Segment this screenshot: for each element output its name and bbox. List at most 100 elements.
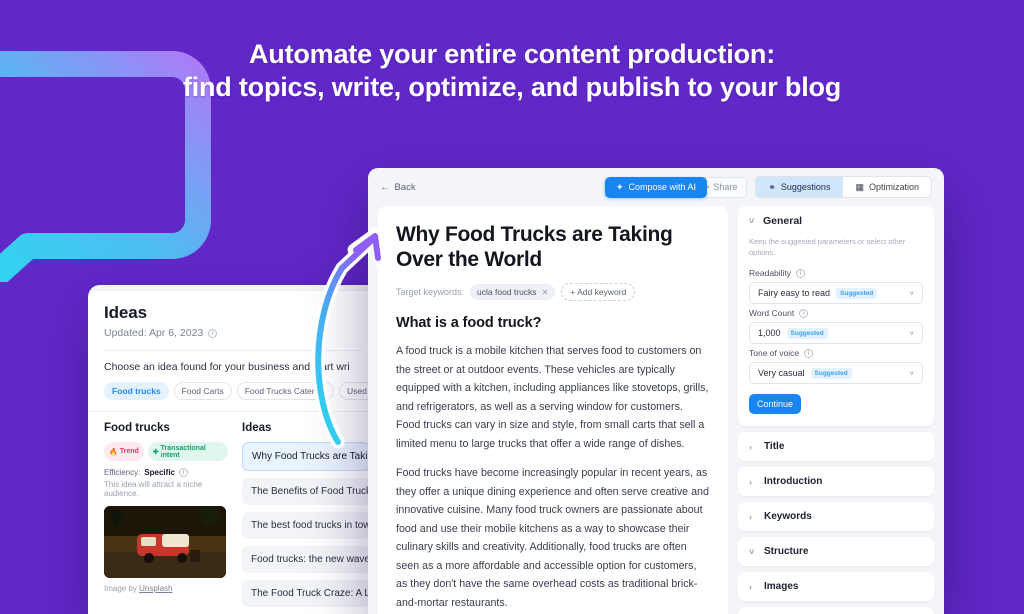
readability-select[interactable]: Fairy easy to read Suggested ˅	[749, 282, 923, 304]
image-credit-prefix: Image by	[104, 584, 140, 593]
accordion-keywords[interactable]: › Keywords	[738, 502, 934, 531]
chevron-down-icon: ˅	[749, 216, 755, 226]
suggestions-sidebar: ˅ General Keep the suggested parameters …	[738, 206, 934, 614]
trend-badge: 🔥 Trend	[104, 442, 144, 461]
document-heading: What is a food truck?	[396, 315, 542, 331]
share-button-label: Share	[713, 182, 738, 192]
document-editor[interactable]: Why Food Trucks are Taking Over the Worl…	[378, 206, 728, 614]
accordion-structure-label: Structure	[764, 546, 809, 557]
suggested-tag: Suggested	[810, 367, 852, 379]
app-window: ← Back ✦ Compose with AI ↷ Share ⚭ Sugge…	[368, 168, 944, 614]
keyword-chip-label: ucla food trucks	[477, 287, 537, 297]
list-item[interactable]: The Benefits of Food Truck	[242, 478, 370, 505]
field-word-count-label-text: Word Count	[749, 308, 795, 318]
field-tone-label-text: Tone of voice	[749, 348, 800, 358]
suggested-tag: Suggested	[786, 327, 828, 339]
close-icon[interactable]: ✕	[542, 288, 549, 297]
field-word-count-label: Word Count i	[749, 308, 923, 318]
list-item[interactable]: The best food trucks in tow	[242, 512, 370, 539]
efficiency-description: This idea will attract a niche audience.	[104, 480, 203, 498]
field-readability: Readability i Fairy easy to read Suggest…	[738, 264, 934, 304]
tab-suggestions-label: Suggestions	[780, 182, 831, 192]
info-icon[interactable]: i	[804, 348, 814, 358]
field-tone-of-voice: Tone of voice i Very casual Suggested ˅	[738, 344, 934, 384]
efficiency-row: Efficiency: Specific i	[104, 468, 228, 477]
tab-optimization-label: Optimization	[868, 182, 919, 192]
image-credit: Image by Unsplash	[104, 584, 228, 593]
back-button[interactable]: ← Back	[380, 182, 416, 193]
readability-value: Fairy easy to read	[758, 288, 831, 298]
tone-of-voice-select[interactable]: Very casual Suggested ˅	[749, 362, 923, 384]
toolbar-right-group: ↷ Share ⚭ Suggestions ▦ Optimization	[691, 176, 932, 198]
efficiency-info-icon[interactable]: i	[179, 468, 188, 477]
screenshot-stage: Automate your entire content production:…	[0, 0, 1024, 614]
chevron-right-icon: ›	[749, 441, 752, 452]
topic-chip-food-trucks[interactable]: Food trucks	[104, 382, 169, 400]
target-keywords-row: Target keywords: ucla food trucks ✕ + Ad…	[396, 283, 710, 301]
tab-suggestions[interactable]: ⚭ Suggestions	[756, 177, 843, 197]
ideas-list-column: Ideas Why Food Trucks are Taki The Benef…	[238, 422, 378, 614]
intent-badge-label: Transactional intent	[160, 444, 206, 459]
lightbulb-icon: ⚭	[768, 181, 776, 192]
list-item[interactable]: Food trucks: the new wave	[242, 546, 370, 573]
panel-general-description: Keep the suggested parameters or select …	[749, 237, 906, 257]
compose-button-label: Compose with AI	[628, 182, 697, 192]
back-button-label: Back	[394, 181, 416, 193]
app-toolbar: ← Back ✦ Compose with AI ↷ Share ⚭ Sugge…	[368, 168, 944, 206]
page-title: Why Food Trucks are Taking Over the Worl…	[396, 223, 673, 271]
tab-optimization[interactable]: ▦ Optimization	[842, 177, 931, 197]
chevron-down-icon: ˅	[909, 328, 914, 338]
field-tone-label: Tone of voice i	[749, 348, 923, 358]
chevron-right-icon: ›	[749, 581, 752, 592]
topic-chip-food-carts[interactable]: Food Carts	[173, 382, 232, 400]
panel-tabs: ⚭ Suggestions ▦ Optimization	[755, 176, 932, 198]
food-truck-photo-illustration	[104, 506, 226, 578]
compose-with-ai-button[interactable]: ✦ Compose with AI	[604, 176, 708, 198]
badge-row: 🔥 Trend ✚ Transactional intent	[104, 442, 228, 461]
keyword-detail-heading: Food trucks	[104, 422, 170, 434]
hero-line-2: find topics, write, optimize, and publis…	[182, 72, 842, 102]
accordion-title[interactable]: › Title	[738, 432, 934, 461]
accordion-keywords-label: Keywords	[764, 511, 812, 522]
intent-icon: ✚	[152, 448, 159, 456]
accordion-title-label: Title	[764, 441, 785, 452]
curved-arrow-decoration	[311, 227, 387, 449]
efficiency-label: Efficiency:	[104, 468, 141, 477]
info-icon[interactable]: i	[796, 268, 806, 278]
suggested-tag: Suggested	[836, 287, 878, 299]
accordion-facts-and-data[interactable]: › Facts and data	[738, 607, 934, 614]
sparkle-icon: ✦	[615, 181, 624, 192]
accordion-structure[interactable]: ˅ Structure	[738, 537, 934, 566]
document-paragraph: Food trucks have become increasingly pop…	[396, 467, 709, 609]
food-truck-photo	[104, 506, 226, 578]
field-readability-label: Readability i	[749, 268, 923, 278]
panel-icon: ▦	[855, 181, 864, 192]
accordion-images[interactable]: › Images	[738, 572, 934, 601]
accordion-images-label: Images	[764, 581, 799, 592]
chevron-right-icon: ›	[749, 476, 752, 487]
word-count-value: 1,000	[758, 328, 781, 338]
trend-badge-label: Trend	[119, 448, 139, 455]
info-icon[interactable]: i	[799, 308, 809, 318]
efficiency-value: Specific	[144, 468, 175, 477]
keyword-detail-column: Food trucks 🔥 Trend ✚ Transactional inte…	[88, 422, 238, 614]
intent-badge: ✚ Transactional intent	[147, 442, 228, 461]
word-count-select[interactable]: 1,000 Suggested ˅	[749, 322, 923, 344]
keyword-chip[interactable]: ucla food trucks ✕	[470, 284, 556, 300]
panel-general: ˅ General Keep the suggested parameters …	[738, 206, 934, 426]
target-keywords-label: Target keywords:	[396, 287, 465, 297]
panel-general-header[interactable]: ˅ General	[738, 206, 934, 236]
unsplash-link[interactable]: Unsplash	[139, 584, 172, 593]
accordion-introduction[interactable]: › Introduction	[738, 467, 934, 496]
accordion-introduction-label: Introduction	[764, 476, 823, 487]
ideas-updated-text: Updated: Apr 6, 2023	[104, 327, 204, 339]
add-keyword-button[interactable]: + Add keyword	[561, 283, 636, 301]
info-icon[interactable]: i	[208, 328, 218, 338]
list-item[interactable]: The Food Truck Craze: A Lo	[242, 580, 370, 607]
chevron-down-icon: ˅	[909, 288, 914, 298]
field-readability-label-text: Readability	[749, 268, 792, 278]
panel-general-title: General	[763, 215, 803, 227]
continue-button[interactable]: Continue	[749, 394, 801, 414]
chevron-down-icon: ˅	[909, 368, 914, 378]
fire-icon: 🔥	[109, 448, 118, 456]
